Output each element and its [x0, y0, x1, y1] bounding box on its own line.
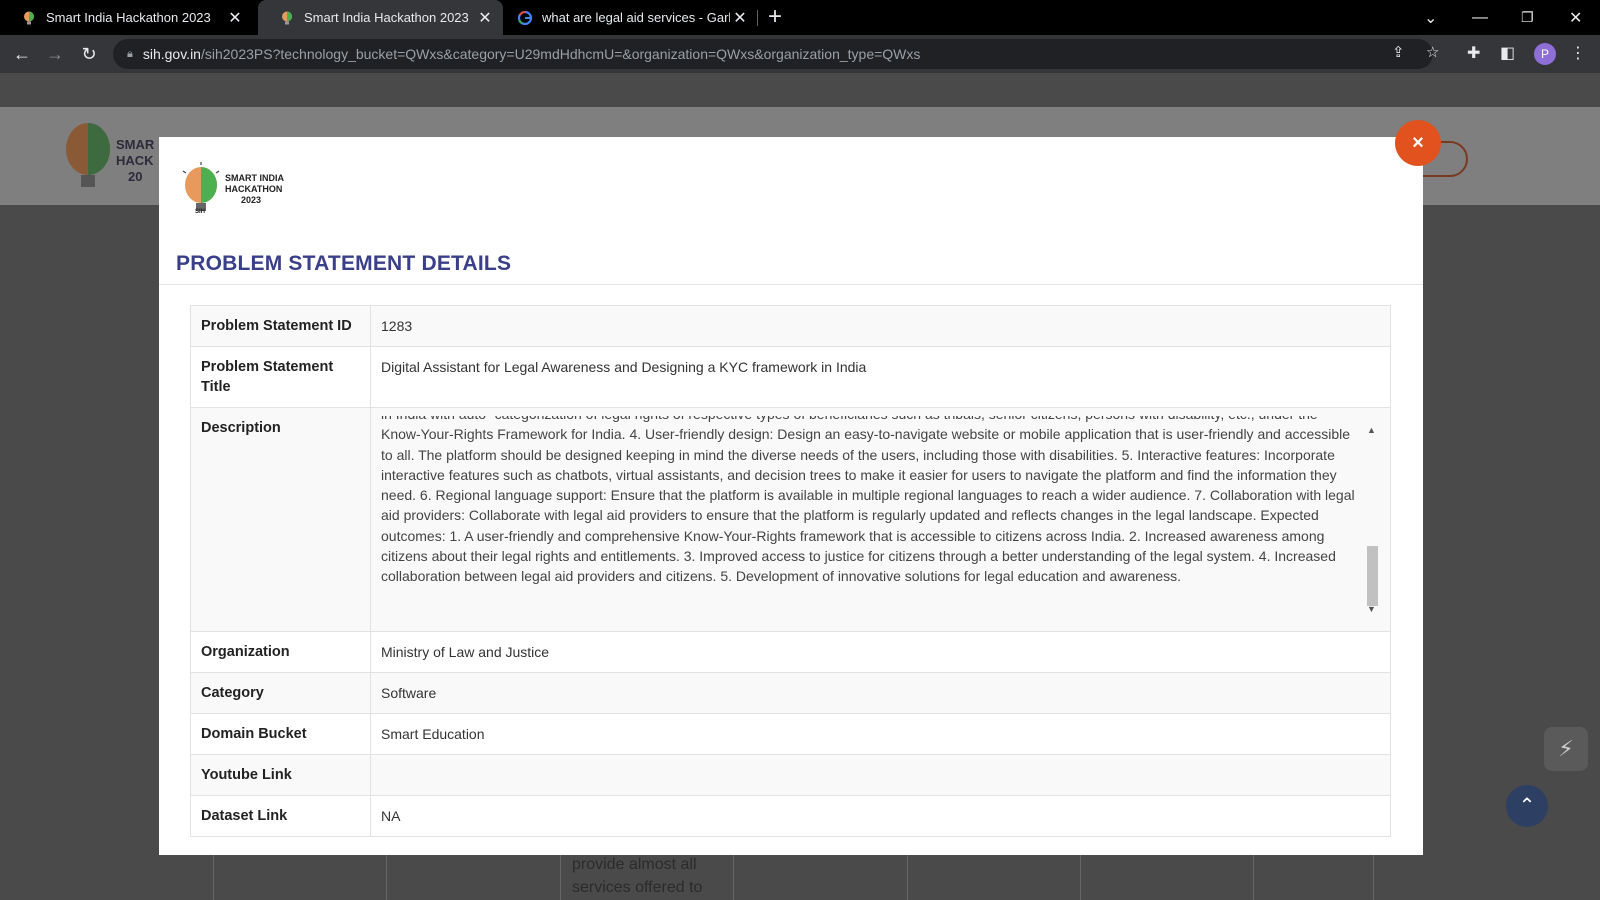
sih-logo-icon: SMART INDIA HACKATHON 2023 SIH — [182, 162, 284, 215]
row-label: Problem Statement ID — [190, 305, 371, 347]
row-label: Youtube Link — [190, 754, 371, 796]
svg-text:HACK: HACK — [116, 153, 154, 168]
table-row: Problem Statement Title Digital Assistan… — [190, 346, 1391, 408]
tab-google-search[interactable]: what are legal aid services - Garb ✕ — [508, 0, 758, 35]
svg-text:20: 20 — [128, 169, 142, 184]
description-cell: in India with auto- categorization of le… — [370, 407, 1391, 632]
close-window-icon[interactable]: ✕ — [1569, 0, 1582, 35]
bookmark-star-icon[interactable]: ☆ — [1426, 43, 1439, 61]
url-path: /sih2023PS?technology_bucket=QWxs&catego… — [200, 46, 921, 62]
scroll-top-icon[interactable]: ⌃ — [1506, 785, 1548, 827]
sih-favicon-icon — [22, 11, 36, 25]
row-label: Description — [190, 407, 371, 632]
extensions-puzzle-icon[interactable]: ✚ — [1467, 44, 1480, 64]
forward-icon[interactable]: → — [45, 44, 65, 64]
description-scrollbar[interactable]: ▲ ▼ — [1364, 416, 1380, 621]
description-text: in India with auto- categorization of le… — [381, 416, 1355, 585]
scroll-up-icon[interactable]: ▲ — [1367, 420, 1376, 440]
tab-title: Smart India Hackathon 2023 — [46, 10, 211, 25]
logo-line-3: 2023 — [241, 195, 261, 205]
row-label: Problem Statement Title — [190, 346, 371, 408]
table-row: Category Software — [190, 672, 1391, 714]
problem-statement-modal: SMART INDIA HACKATHON 2023 SIH PROBLEM S… — [159, 137, 1423, 855]
row-value: Ministry of Law and Justice — [370, 631, 1391, 673]
row-value: Software — [370, 672, 1391, 714]
table-row: Dataset Link NA — [190, 795, 1391, 837]
back-icon[interactable]: ← — [12, 44, 32, 64]
row-value: Digital Assistant for Legal Awareness an… — [370, 346, 1391, 408]
scroll-down-icon[interactable]: ▼ — [1367, 599, 1376, 619]
share-icon[interactable]: ⇪ — [1392, 43, 1405, 61]
google-favicon-icon — [518, 10, 532, 25]
lock-icon: 🔒︎ — [127, 47, 133, 60]
floating-widget-icon[interactable]: ⚡ — [1544, 727, 1588, 771]
scrollbar-thumb[interactable] — [1367, 546, 1378, 606]
address-bar[interactable]: 🔒︎ sih.gov.in /sih2023PS?technology_buck… — [113, 39, 1433, 69]
row-value: NA — [370, 795, 1391, 837]
row-label: Category — [190, 672, 371, 714]
background-cell-text: provide almost all services offered to — [572, 856, 703, 896]
browser-toolbar: ← → ↻ 🔒︎ sih.gov.in /sih2023PS?technolog… — [0, 35, 1600, 73]
reload-icon[interactable]: ↻ — [79, 44, 99, 64]
close-modal-button[interactable]: × — [1395, 120, 1441, 166]
sih-favicon-icon — [280, 11, 294, 25]
minimize-icon[interactable]: — — [1472, 0, 1488, 35]
row-label: Dataset Link — [190, 795, 371, 837]
tab-sih-1[interactable]: Smart India Hackathon 2023 ✕ — [0, 0, 253, 35]
table-row: Description in India with auto- categori… — [190, 407, 1391, 632]
url-host: sih.gov.in — [142, 46, 201, 62]
side-panel-icon[interactable]: ◧ — [1500, 44, 1515, 64]
table-row: Problem Statement ID 1283 — [190, 305, 1391, 347]
row-value: Smart Education — [370, 713, 1391, 755]
tab-sih-2[interactable]: Smart India Hackathon 2023 ✕ — [258, 0, 503, 35]
close-tab-icon[interactable]: ✕ — [730, 8, 750, 28]
tab-bar: Smart India Hackathon 2023 ✕ Smart India… — [0, 0, 1600, 35]
site-logo-icon: SMAR HACK 20 — [66, 123, 155, 187]
logo-badge: SIH — [195, 209, 205, 215]
logo-line-1: SMART INDIA — [225, 173, 284, 183]
menu-kebab-icon[interactable]: ⋮ — [1570, 44, 1586, 64]
modal-title: PROBLEM STATEMENT DETAILS — [176, 252, 512, 275]
tab-search-icon[interactable]: ⌄ — [1424, 0, 1437, 35]
table-row: Organization Ministry of Law and Justice — [190, 631, 1391, 673]
close-tab-icon[interactable]: ✕ — [225, 8, 245, 28]
row-value[interactable] — [370, 754, 1391, 796]
restore-icon[interactable]: ❐ — [1521, 0, 1534, 35]
details-table: Problem Statement ID 1283 Problem Statem… — [190, 305, 1391, 837]
description-scroll-area[interactable]: in India with auto- categorization of le… — [381, 416, 1380, 621]
divider — [159, 284, 1423, 285]
profile-avatar[interactable]: P — [1534, 43, 1556, 65]
table-row: Domain Bucket Smart Education — [190, 713, 1391, 755]
logo-line-2: HACKATHON — [225, 184, 282, 194]
close-tab-icon[interactable]: ✕ — [475, 8, 495, 28]
svg-text:SMAR: SMAR — [116, 137, 155, 152]
new-tab-icon[interactable]: + — [768, 4, 782, 30]
tab-title: Smart India Hackathon 2023 — [304, 10, 469, 25]
table-row: Youtube Link — [190, 754, 1391, 796]
row-value: 1283 — [370, 305, 1391, 347]
row-label: Domain Bucket — [190, 713, 371, 755]
tab-divider — [757, 10, 758, 26]
tab-title: what are legal aid services - Garb — [542, 10, 730, 25]
row-label: Organization — [190, 631, 371, 673]
